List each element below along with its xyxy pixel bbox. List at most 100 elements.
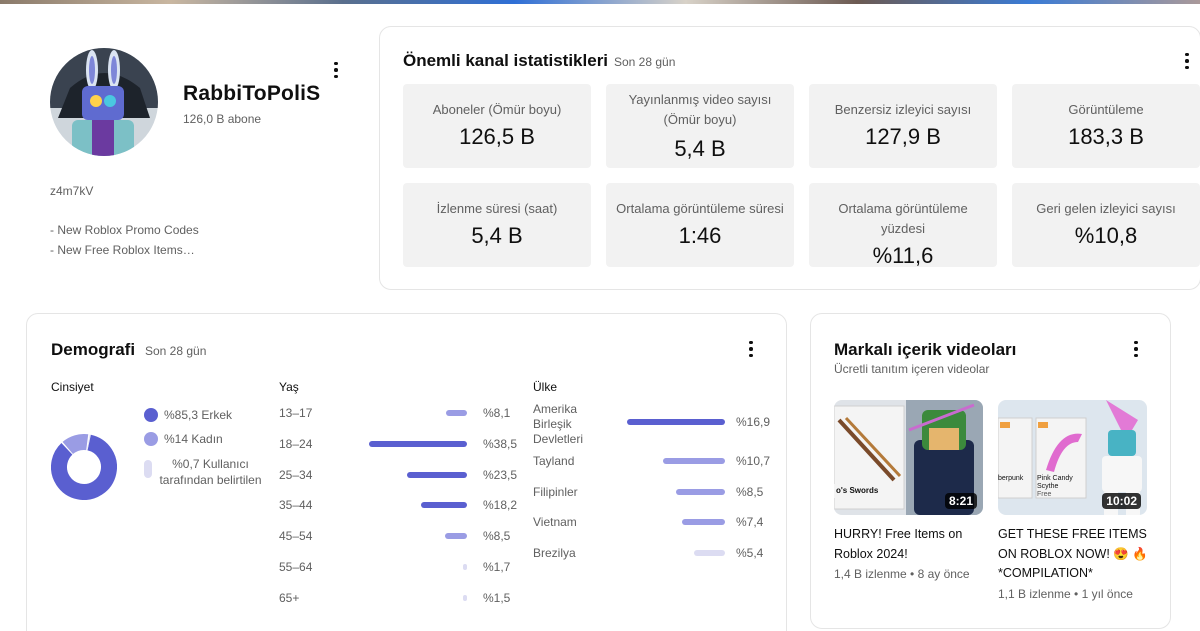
- country-row: Brezilya %5,4: [533, 544, 773, 562]
- video-thumbnail[interactable]: o's Swords 8:21: [834, 400, 983, 515]
- age-row: 18–24 %38,5: [279, 435, 519, 453]
- stat-tile-returning-viewers[interactable]: Geri gelen izleyici sayısı %10,8: [1012, 183, 1200, 267]
- stat-label: Benzersiz izleyici sayısı: [834, 102, 972, 117]
- stats-more-icon[interactable]: [1175, 49, 1199, 73]
- country-percentage: %8,5: [736, 485, 764, 499]
- gender-legend-female: %14 Kadın: [144, 432, 223, 446]
- age-bar: [420, 502, 467, 509]
- channel-profile: RabbiToPoliS 126,0 B abone z4m7kV - New …: [28, 26, 364, 290]
- stat-tile-published-videos[interactable]: Yayınlanmış video sayısı (Ömür boyu) 5,4…: [606, 84, 794, 168]
- stat-tile-views[interactable]: Görüntüleme 183,3 B: [1012, 84, 1200, 168]
- stat-label: Yayınlanmış video sayısı (Ömür boyu): [628, 92, 772, 127]
- country-bar: [662, 458, 725, 464]
- age-label: 45–54: [279, 529, 313, 544]
- legend-label: %0,7 Kullanıcı tarafından belirtilen: [159, 457, 262, 487]
- stats-period: Son 28 gün: [614, 55, 676, 69]
- legend-dot: [144, 432, 158, 446]
- stat-tile-avg-view-percentage[interactable]: Ortalama görüntüleme yüzdesi %11,6: [809, 183, 997, 268]
- age-row: 55–64 %1,7: [279, 558, 519, 576]
- demographics-more-icon[interactable]: [739, 337, 763, 361]
- age-label: 13–17: [279, 406, 313, 420]
- channel-description-code: z4m7kV: [50, 184, 94, 198]
- legend-label: %14 Kadın: [164, 432, 223, 446]
- country-label: Vietnam: [533, 515, 577, 529]
- country-bar: [675, 489, 725, 495]
- stats-title: Önemli kanal istatistikleri: [403, 51, 609, 70]
- age-bar: [463, 594, 467, 601]
- age-bar: [446, 410, 467, 416]
- stat-value: 126,5 B: [459, 124, 535, 149]
- thumbnail-text: Pink Candy Scythe: [1037, 475, 1073, 490]
- age-label: 65+: [279, 590, 300, 605]
- video-thumbnail[interactable]: berpunk Pink Candy Scythe Free 10:02: [998, 400, 1147, 515]
- stat-value: %10,8: [1074, 223, 1138, 248]
- country-label: Brezilya: [533, 546, 576, 560]
- age-label: 35–44: [279, 498, 313, 513]
- country-percentage: %16,9: [736, 415, 771, 429]
- stat-value: 183,3 B: [1068, 124, 1144, 149]
- channel-name: RabbiToPoliS: [183, 82, 321, 105]
- age-heading: Yaş: [279, 380, 299, 394]
- stat-value: 5,4 B: [674, 136, 726, 161]
- channel-avatar[interactable]: [50, 48, 158, 156]
- stat-tile-unique-viewers[interactable]: Benzersiz izleyici sayısı 127,9 B: [809, 84, 997, 168]
- age-row: 13–17 %8,1: [279, 404, 519, 422]
- country-label: Tayland: [533, 454, 575, 468]
- country-label: Amerika Birleşik Devletleri: [533, 402, 584, 446]
- age-label: 18–24: [279, 436, 313, 451]
- thumbnail-text: berpunk: [998, 475, 1024, 482]
- age-bar: [407, 471, 467, 478]
- age-percentage: %1,7: [483, 560, 511, 574]
- stat-value: 127,9 B: [865, 124, 941, 149]
- stat-label: Aboneler (Ömür boyu): [432, 102, 562, 117]
- stat-tile-watch-time[interactable]: İzlenme süresi (saat) 5,4 B: [403, 183, 591, 267]
- video-meta: 1,1 B izlenme • 1 yıl önce: [998, 586, 1133, 601]
- stat-tile-subscribers[interactable]: Aboneler (Ömür boyu) 126,5 B: [403, 84, 591, 168]
- age-percentage: %23,5: [483, 467, 518, 482]
- legend-label: %85,3 Erkek: [164, 408, 233, 422]
- stat-tile-avg-view-duration[interactable]: Ortalama görüntüleme süresi 1:46: [606, 183, 794, 267]
- country-bar: [682, 519, 725, 525]
- country-bar: [693, 550, 725, 556]
- country-bar: [627, 419, 725, 425]
- country-label: Filipinler: [533, 485, 578, 499]
- country-row: Tayland %10,7: [533, 452, 773, 470]
- country-percentage: %7,4: [736, 515, 764, 529]
- demographics-period: Son 28 gün: [145, 344, 207, 358]
- age-percentage: %38,5: [483, 436, 518, 451]
- legend-dot: [144, 460, 152, 478]
- subscriber-count: 126,0 B abone: [183, 112, 262, 126]
- branded-subtitle: Ücretli tanıtım içeren videolar: [834, 362, 990, 376]
- age-percentage: %8,5: [483, 529, 511, 544]
- channel-description-line: - New Free Roblox Items…: [50, 243, 195, 257]
- stat-value: 5,4 B: [471, 223, 523, 248]
- age-label: 25–34: [279, 467, 313, 482]
- stat-label: Geri gelen izleyici sayısı: [1036, 201, 1176, 216]
- video-duration: 8:21: [944, 493, 977, 509]
- age-percentage: %1,5: [483, 590, 511, 605]
- age-row: 65+ %1,5: [279, 589, 519, 607]
- stat-value: %11,6: [872, 243, 934, 268]
- thumbnail-text: Free: [1037, 491, 1052, 498]
- age-bar: [462, 564, 467, 570]
- country-row: Vietnam %7,4: [533, 513, 773, 531]
- key-channel-stats-card: Önemli kanal istatistikleri Son 28 gün A…: [379, 26, 1200, 290]
- age-row: 25–34 %23,5: [279, 466, 519, 484]
- profile-more-icon[interactable]: [324, 58, 348, 82]
- stat-label: Görüntüleme: [1068, 102, 1144, 117]
- age-label: 55–64: [279, 560, 313, 574]
- video-title[interactable]: GET THESE FREE ITEMS ON ROBLOX NOW! 😍 🔥 …: [998, 525, 1148, 584]
- demographics-card: Demografi Son 28 gün Cinsiyet %85,3 Erke…: [26, 313, 787, 631]
- age-percentage: %8,1: [483, 406, 511, 420]
- video-item[interactable]: o's Swords 8:21 HURRY! Free Items on Rob…: [834, 400, 984, 581]
- video-title[interactable]: HURRY! Free Items on Roblox 2024!: [834, 525, 984, 564]
- country-row: Amerika Birleşik Devletleri %16,9: [533, 400, 773, 446]
- country-percentage: %5,4: [736, 546, 764, 560]
- stat-label: Ortalama görüntüleme süresi: [616, 201, 784, 216]
- thumbnail-text: o's Swords: [836, 486, 879, 495]
- age-row: 45–54 %8,5: [279, 527, 519, 545]
- branded-more-icon[interactable]: [1124, 337, 1148, 361]
- branded-content-card: Markalı içerik videoları Ücretli tanıtım…: [810, 313, 1171, 629]
- video-item[interactable]: berpunk Pink Candy Scythe Free 10:02 GET…: [998, 400, 1148, 601]
- gender-donut-chart: [51, 434, 117, 500]
